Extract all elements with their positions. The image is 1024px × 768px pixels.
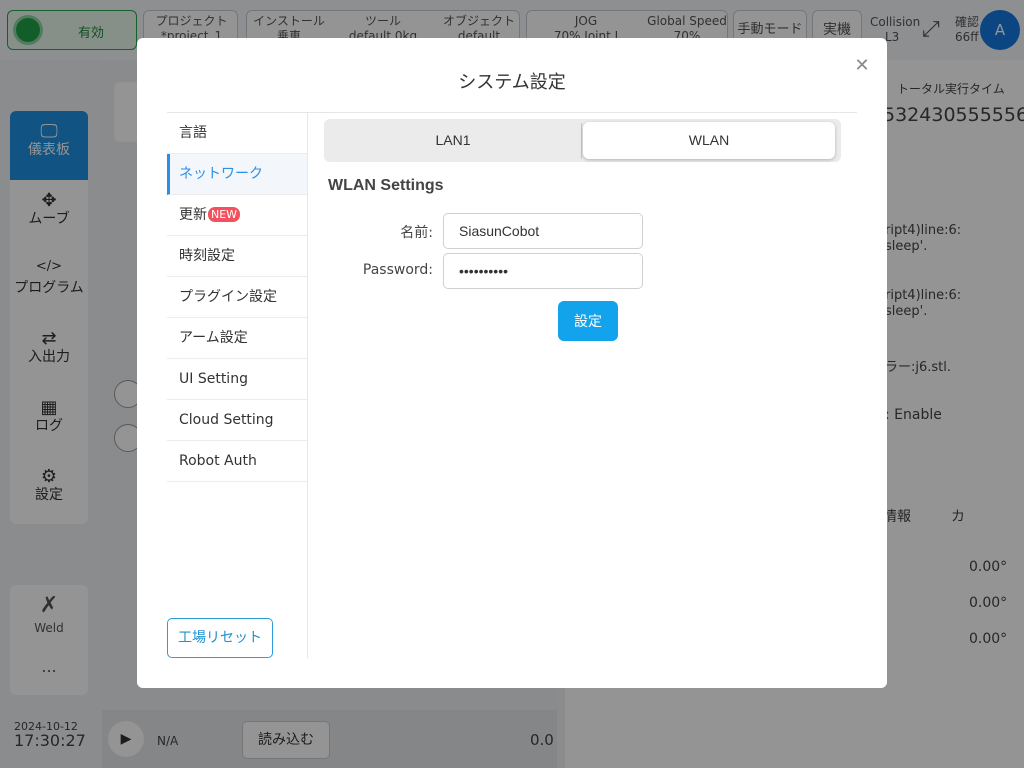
tab-wlan[interactable]: WLAN <box>583 122 835 159</box>
menu-item-label: 更新 <box>179 207 207 223</box>
close-icon[interactable]: ✕ <box>852 56 872 76</box>
menu-item-label: アーム設定 <box>179 330 248 346</box>
tab-divider <box>581 123 582 159</box>
password-input[interactable] <box>443 253 643 289</box>
menu-item-label: UI Setting <box>179 371 248 387</box>
menu-item-time[interactable]: 時刻設定 <box>167 236 307 277</box>
settings-menu: 言語 ネットワーク 更新 NEW 時刻設定 プラグイン設定 アーム設定 UI Se… <box>167 113 308 658</box>
factory-reset-button[interactable]: 工場リセット <box>167 618 273 658</box>
menu-item-plugin[interactable]: プラグイン設定 <box>167 277 307 318</box>
menu-item-label: ネットワーク <box>179 166 263 182</box>
wlan-settings-heading: WLAN Settings <box>328 177 444 194</box>
menu-item-language[interactable]: 言語 <box>167 113 307 154</box>
menu-item-label: 言語 <box>179 125 207 141</box>
menu-item-label: Robot Auth <box>179 453 257 469</box>
menu-item-ui-setting[interactable]: UI Setting <box>167 359 307 400</box>
menu-item-label: プラグイン設定 <box>179 289 277 305</box>
menu-item-arm[interactable]: アーム設定 <box>167 318 307 359</box>
menu-item-robot-auth[interactable]: Robot Auth <box>167 441 307 482</box>
menu-item-update[interactable]: 更新 NEW <box>167 195 307 236</box>
ssid-label: 名前: <box>400 225 433 241</box>
new-badge: NEW <box>208 207 241 222</box>
dialog-title: システム設定 <box>458 72 566 93</box>
network-tabs: LAN1 WLAN <box>324 119 841 162</box>
apply-button[interactable]: 設定 <box>558 301 618 341</box>
ssid-input[interactable] <box>443 213 643 249</box>
system-settings-dialog: システム設定 ✕ 言語 ネットワーク 更新 NEW 時刻設定 プラグイン設定 アー… <box>137 38 887 688</box>
menu-item-label: 時刻設定 <box>179 248 235 264</box>
menu-item-label: Cloud Setting <box>179 412 274 428</box>
password-label: Password: <box>362 262 433 278</box>
menu-item-cloud-setting[interactable]: Cloud Setting <box>167 400 307 441</box>
menu-item-network[interactable]: ネットワーク <box>167 154 307 195</box>
tab-lan1[interactable]: LAN1 <box>326 122 580 159</box>
